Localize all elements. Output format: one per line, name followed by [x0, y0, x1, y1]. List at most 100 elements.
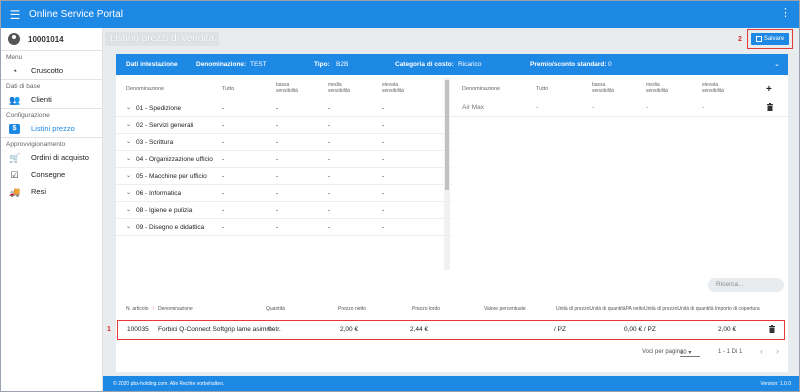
category-mid: - [328, 207, 331, 214]
search-input[interactable]: Ricerca... [708, 278, 784, 292]
sidebar-section-menu: Menu [1, 50, 102, 62]
save-button[interactable]: Salvare [751, 33, 789, 45]
category-scrollbar[interactable] [444, 78, 450, 270]
sidebar-item-consegne[interactable]: ☑ Consegne [1, 166, 102, 183]
col-header-tutto: Tutto [222, 86, 235, 92]
premio-value: 0 [608, 61, 612, 68]
per-page-select[interactable]: 10 ▾ [680, 349, 700, 357]
item-quantity[interactable]: 0 [268, 326, 272, 333]
footer: © 2020 pbs-holding.com. Alle Rechte vorb… [103, 376, 799, 391]
copyright-text: © 2020 pbs-holding.com. Alle Rechte vorb… [113, 381, 225, 387]
sidebar-item-resi[interactable]: 🚚 Resi [1, 183, 102, 200]
account-circle-icon [8, 33, 20, 45]
delete-icon[interactable] [766, 103, 774, 113]
header-data-title: Dati intestazione [126, 61, 178, 68]
category-name: 03 - Scrittura [136, 139, 174, 146]
chevron-down-icon[interactable]: ⌄ [126, 172, 131, 179]
col-header-article[interactable]: N. articolo [126, 306, 149, 312]
col-header-denominazione[interactable]: Denominazione [158, 306, 193, 312]
sidebar-item-label: Listini prezzo [31, 124, 75, 133]
category-all: - [222, 173, 225, 180]
scrollbar-thumb[interactable] [445, 80, 449, 190]
category-name: 06 - Informatica [136, 190, 182, 197]
pagination: Voci per pagina: 10 ▾ 1 - 1 Di 1 ‹ › [116, 346, 788, 360]
box-check-icon: ☑ [10, 169, 19, 180]
chevron-down-icon[interactable]: ⌄ [126, 138, 131, 145]
item-gross-price: 2,44 € [410, 326, 429, 333]
category-mid: - [328, 190, 331, 197]
col-header-elevata-right: elevata sensibilità [702, 82, 724, 94]
sidebar-item-listini-prezzo[interactable]: $ Listini prezzo [1, 120, 102, 137]
user-account[interactable]: 10001014 [1, 28, 102, 50]
tipo-value: B2B [336, 61, 349, 68]
product-all: - [536, 104, 539, 111]
category-row[interactable]: ⌄ 02 - Servizi generali - - - - [116, 117, 452, 134]
prev-page-button[interactable]: ‹ [760, 346, 763, 356]
header-data-bar[interactable]: Dati intestazione Denominazione: TEST Ti… [116, 54, 788, 75]
chevron-down-icon[interactable]: ⌄ [774, 60, 780, 68]
category-row[interactable]: ⌄ 09 - Disegno e didattica - - - - [116, 219, 452, 236]
category-high: - [382, 224, 385, 231]
category-all: - [222, 156, 225, 163]
item-name: Forbici Q-Connect Softgrip lame asimmetr… [158, 326, 281, 333]
col-header-percentage[interactable]: Valore percentuale [484, 306, 526, 312]
sidebar-item-label: Consegne [31, 170, 66, 179]
sidebar-item-label: Resi [31, 187, 47, 196]
category-mid: - [328, 122, 331, 129]
category-name: 04 - Organizzazione ufficio [136, 156, 213, 163]
category-all: - [222, 190, 225, 197]
item-article: 100035 [127, 326, 149, 333]
col-header-quantity[interactable]: Quantità [266, 306, 285, 312]
category-name: 09 - Disegno e didattica [136, 224, 205, 231]
product-low: - [592, 104, 595, 111]
col-header-bassa: bassa sensibilità [276, 82, 298, 94]
chevron-down-icon[interactable]: ⌄ [126, 223, 131, 230]
chevron-down-icon[interactable]: ⌄ [126, 121, 131, 128]
category-row[interactable]: ⌄ 01 - Spedizione - - - - [116, 100, 452, 117]
category-row[interactable]: ⌄ 04 - Organizzazione ufficio - - - - [116, 151, 452, 168]
price-list-card: Dati intestazione Denominazione: TEST Ti… [107, 54, 788, 372]
truck-icon: 🚚 [9, 186, 21, 197]
add-icon[interactable]: + [766, 84, 772, 95]
dollar-icon: $ [9, 123, 20, 134]
col-header-gross-price[interactable]: Prezzo lordo [412, 306, 440, 312]
category-low: - [276, 139, 279, 146]
top-app-bar: ☰ Online Service Portal ⋮ [1, 1, 799, 28]
col-header-tutto-right: Tutto [536, 86, 549, 92]
col-header-elevata: elevata sensibilità [382, 82, 404, 94]
category-row[interactable]: ⌄ 05 - Macchine per ufficio - - - - [116, 168, 452, 185]
version-text: Version: 1.0.0 [760, 381, 791, 387]
chevron-down-icon[interactable]: ⌄ [126, 155, 131, 162]
hamburger-menu-icon[interactable]: ☰ [1, 8, 29, 22]
category-low: - [276, 190, 279, 197]
more-options-icon[interactable]: ⋮ [780, 8, 791, 19]
chevron-down-icon[interactable]: ⌄ [126, 206, 131, 213]
category-row[interactable]: ⌄ 03 - Scrittura - - - - [116, 134, 452, 151]
denominazione-label: Denominazione: [196, 61, 247, 68]
category-row[interactable]: ⌄ 06 - Informatica - - - - [116, 185, 452, 202]
item-net-price[interactable]: 2,00 € [340, 326, 358, 333]
sort-arrow-up-icon[interactable]: ↑ [152, 306, 155, 312]
delete-icon[interactable] [768, 325, 776, 335]
chevron-down-icon[interactable]: ⌄ [126, 189, 131, 196]
col-header-units-coverage[interactable]: Unità di prezzoUnità di quantitàPA netto… [556, 306, 760, 312]
product-row[interactable]: Air Max - - - - [452, 100, 788, 117]
floppy-disk-icon [755, 36, 762, 42]
category-row[interactable]: ⌄ 08 - Igiene e pulizia - - - - [116, 202, 452, 219]
categoria-value: Ricarico [458, 61, 482, 68]
category-high: - [382, 207, 385, 214]
category-table-header: Denominazione Tutto bassa sensibilità med… [116, 76, 788, 100]
sidebar-item-clienti[interactable]: 👥 Clienti [1, 91, 102, 108]
page-title: Listino prezzi di vendita [105, 32, 219, 46]
next-page-button[interactable]: › [776, 346, 779, 356]
category-high: - [382, 105, 385, 112]
sidebar-item-ordini-di-acquisto[interactable]: 🛒 Ordini di acquisto [1, 149, 102, 166]
category-name: 05 - Macchine per ufficio [136, 173, 207, 180]
chevron-down-icon[interactable]: ⌄ [126, 104, 131, 111]
table-row-selected[interactable]: 100035 Forbici Q-Connect Softgrip lame a… [117, 320, 785, 340]
speedometer-icon: ◔ [11, 65, 18, 76]
sidebar-item-cruscotto[interactable]: ◔ Cruscotto [1, 62, 102, 79]
col-header-net-price[interactable]: Prezzo netto [338, 306, 366, 312]
product-name: Air Max [462, 104, 485, 111]
category-mid: - [328, 105, 331, 112]
